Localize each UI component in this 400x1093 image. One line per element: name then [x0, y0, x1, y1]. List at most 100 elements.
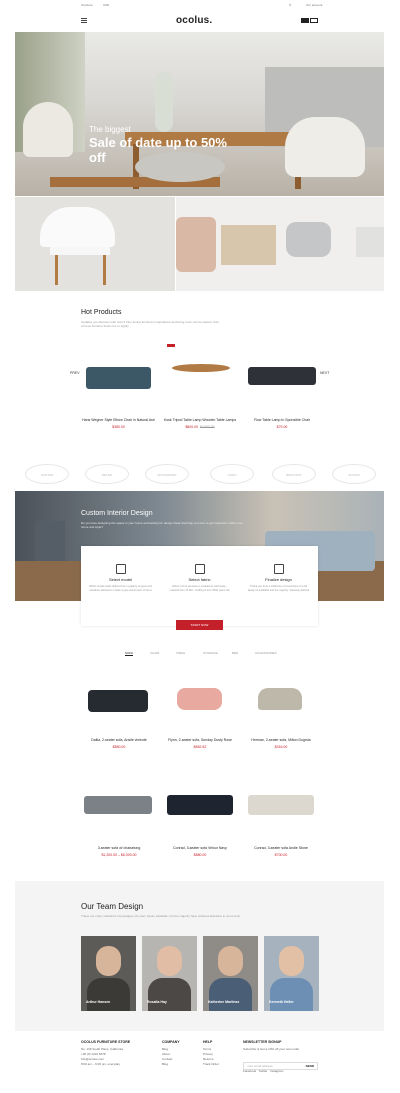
grid-product[interactable]: Conrad, 3-seater sofa Velour Navy $880.0…	[155, 792, 245, 857]
footer-store: OCOLUS FURNITURE STORE No. 136 South Pla…	[81, 1040, 130, 1067]
currency-selector[interactable]: USD	[103, 3, 109, 7]
step-select-model: Select model Within simple tasks defined…	[81, 546, 160, 592]
product-name[interactable]: Dalila, 2-seater sofa, Anslie vinieute	[74, 738, 164, 743]
brand-logo[interactable]: SCANDI	[332, 464, 376, 484]
product-image[interactable]	[86, 367, 151, 389]
member-body	[209, 978, 252, 1011]
product-image[interactable]	[236, 686, 326, 726]
product-name[interactable]: Conrad, 3-seater sofa Andie Stone	[236, 846, 326, 851]
brand-logo[interactable]: BRSTUDIO	[272, 464, 316, 484]
product-name[interactable]: Flynn, 2-seater sofa, Sunday Dusty Rose	[155, 738, 245, 743]
hero-banner[interactable]: The biggest Sale of date up to 50% off	[15, 32, 384, 196]
filter-tab[interactable]: SOFA	[125, 651, 134, 656]
search-icon[interactable]: ⚲	[289, 3, 291, 7]
grid-product[interactable]: Dalila, 2-seater sofa, Anslie vinieute $…	[74, 686, 164, 749]
store-link[interactable]: Ourstore	[81, 3, 93, 7]
section-title-hot-products: Hot Products	[81, 309, 122, 316]
start-now-button[interactable]: START NOW	[176, 620, 223, 630]
team-member[interactable]: Kenneth Heller	[264, 936, 319, 1011]
product-name[interactable]: Hans Wegner Style Elbow Chair in Natural…	[81, 418, 156, 423]
design-steps: Select model Within simple tasks defined…	[81, 546, 318, 626]
brand-logo[interactable]: LINEN	[210, 464, 254, 484]
product-name[interactable]: Flow Table Lamp In Sponsible Chair	[243, 418, 321, 423]
footer-heading: NEWSLETTER SIGNUP	[243, 1040, 282, 1044]
chair-seat	[50, 247, 110, 255]
logo[interactable]: ocolus.	[176, 15, 212, 26]
hero-chair-left	[23, 102, 73, 157]
product-image[interactable]	[172, 364, 230, 372]
product-image[interactable]	[155, 792, 245, 832]
footer-heading: HELP	[203, 1040, 213, 1044]
filter-tab[interactable]: CHAIR	[150, 651, 159, 655]
sale-badge	[167, 344, 175, 347]
sofa-shape	[167, 795, 233, 815]
hot-products-subtitle: Updates you discover with over 5 Fine tu…	[81, 320, 220, 328]
filter-tab[interactable]: TABLE	[176, 651, 185, 655]
product-name[interactable]: 3-seater sofa w/ chaiselong	[74, 846, 164, 851]
interior-title: Custom Interior Design	[81, 510, 153, 517]
product-image[interactable]	[155, 686, 245, 726]
grid-product[interactable]: 3-seater sofa w/ chaiselong $1,200.00 – …	[74, 792, 164, 857]
member-face	[279, 946, 304, 976]
newsletter-placeholder: Your email address	[247, 1064, 273, 1068]
member-face	[218, 946, 243, 976]
category-filters: SOFA CHAIR TABLE STORAGE BED ACCESSORIES	[0, 651, 400, 659]
menu-icon[interactable]	[81, 18, 87, 23]
hero-title: Sale of date up to 50% off	[89, 135, 227, 165]
product-image[interactable]	[74, 792, 164, 832]
interior-chair	[35, 521, 65, 561]
footer-link[interactable]: Blog	[162, 1062, 180, 1067]
grid-product[interactable]: Herman, 2-seater sofa, Milton Dogmia $31…	[236, 686, 326, 749]
step-title: Finalize design	[265, 577, 292, 582]
product-card[interactable]: Flow Table Lamp In Sponsible Chair $79.0…	[243, 418, 321, 429]
brand-logo[interactable]: HUNTER	[25, 464, 69, 484]
promo-tile-chair[interactable]	[15, 197, 175, 291]
team-member[interactable]: Arthur Hansen	[81, 936, 136, 1011]
account-link[interactable]: Our account	[306, 3, 322, 7]
member-body	[148, 978, 191, 1011]
product-name[interactable]: Kosk Tripod Table Lamp Wooden Table Lamp…	[160, 418, 240, 423]
team-member[interactable]: Katherine Martinez	[203, 936, 258, 1011]
product-card[interactable]: Hans Wegner Style Elbow Chair in Natural…	[81, 418, 156, 429]
product-image[interactable]	[248, 367, 316, 385]
brand-strip: HUNTER RETRO WOODWORK LINEN BRSTUDIO SCA…	[15, 458, 384, 490]
pencil-icon	[273, 564, 284, 574]
product-card[interactable]: Kosk Tripod Table Lamp Wooden Table Lamp…	[160, 418, 240, 429]
brand-logo[interactable]: RETRO	[85, 464, 129, 484]
sofa-shape	[258, 688, 302, 710]
filter-tab[interactable]: BED	[232, 651, 238, 655]
product-price-current: $800.00	[185, 425, 199, 429]
pink-chair	[176, 217, 216, 272]
prev-button[interactable]: PREV	[70, 371, 80, 375]
product-image[interactable]	[236, 792, 326, 832]
footer-link[interactable]: Track Order	[203, 1062, 219, 1067]
filter-tab[interactable]: ACCESSORIES	[255, 651, 277, 655]
footer-heading: OCOLUS FURNITURE STORE	[81, 1040, 131, 1044]
member-face	[157, 946, 182, 976]
member-name: Kenneth Heller	[269, 1000, 294, 1004]
armchair	[286, 222, 331, 257]
header: ocolus.	[0, 10, 400, 32]
grid-product[interactable]: Flynn, 2-seater sofa, Sunday Dusty Rose …	[155, 686, 245, 749]
product-image[interactable]	[74, 686, 164, 726]
grid-product[interactable]: Conrad, 3-seater sofa Andie Stone $700.0…	[236, 792, 326, 857]
newsletter-input[interactable]: Your email address SEND	[243, 1062, 318, 1070]
chair-back	[40, 207, 115, 247]
team-member[interactable]: Rosalia Hay	[142, 936, 197, 1011]
product-price-old: $1000.00	[200, 425, 215, 429]
newsletter-send-button[interactable]: SEND	[306, 1063, 314, 1070]
hero-kicker: The biggest	[89, 125, 131, 134]
member-face	[96, 946, 121, 976]
step-select-fabric: Select fabric Ethnic rich & sensitive is…	[160, 546, 239, 592]
wishlist-icon[interactable]	[310, 18, 318, 23]
promo-tile-living[interactable]	[176, 197, 384, 291]
product-name[interactable]: Herman, 2-seater sofa, Milton Dogmia	[236, 738, 326, 743]
team-desc: These are many variations of passages of…	[81, 914, 241, 918]
team-section: Our Team Design These are many variation…	[15, 881, 384, 1031]
brand-logo[interactable]: WOODWORK	[145, 464, 189, 484]
next-button[interactable]: NEXT	[320, 371, 329, 375]
product-price: $316.00	[274, 745, 288, 749]
filter-tab[interactable]: STORAGE	[203, 651, 218, 655]
cart-icon[interactable]	[301, 18, 309, 23]
product-name[interactable]: Conrad, 3-seater sofa Velour Navy	[155, 846, 245, 851]
